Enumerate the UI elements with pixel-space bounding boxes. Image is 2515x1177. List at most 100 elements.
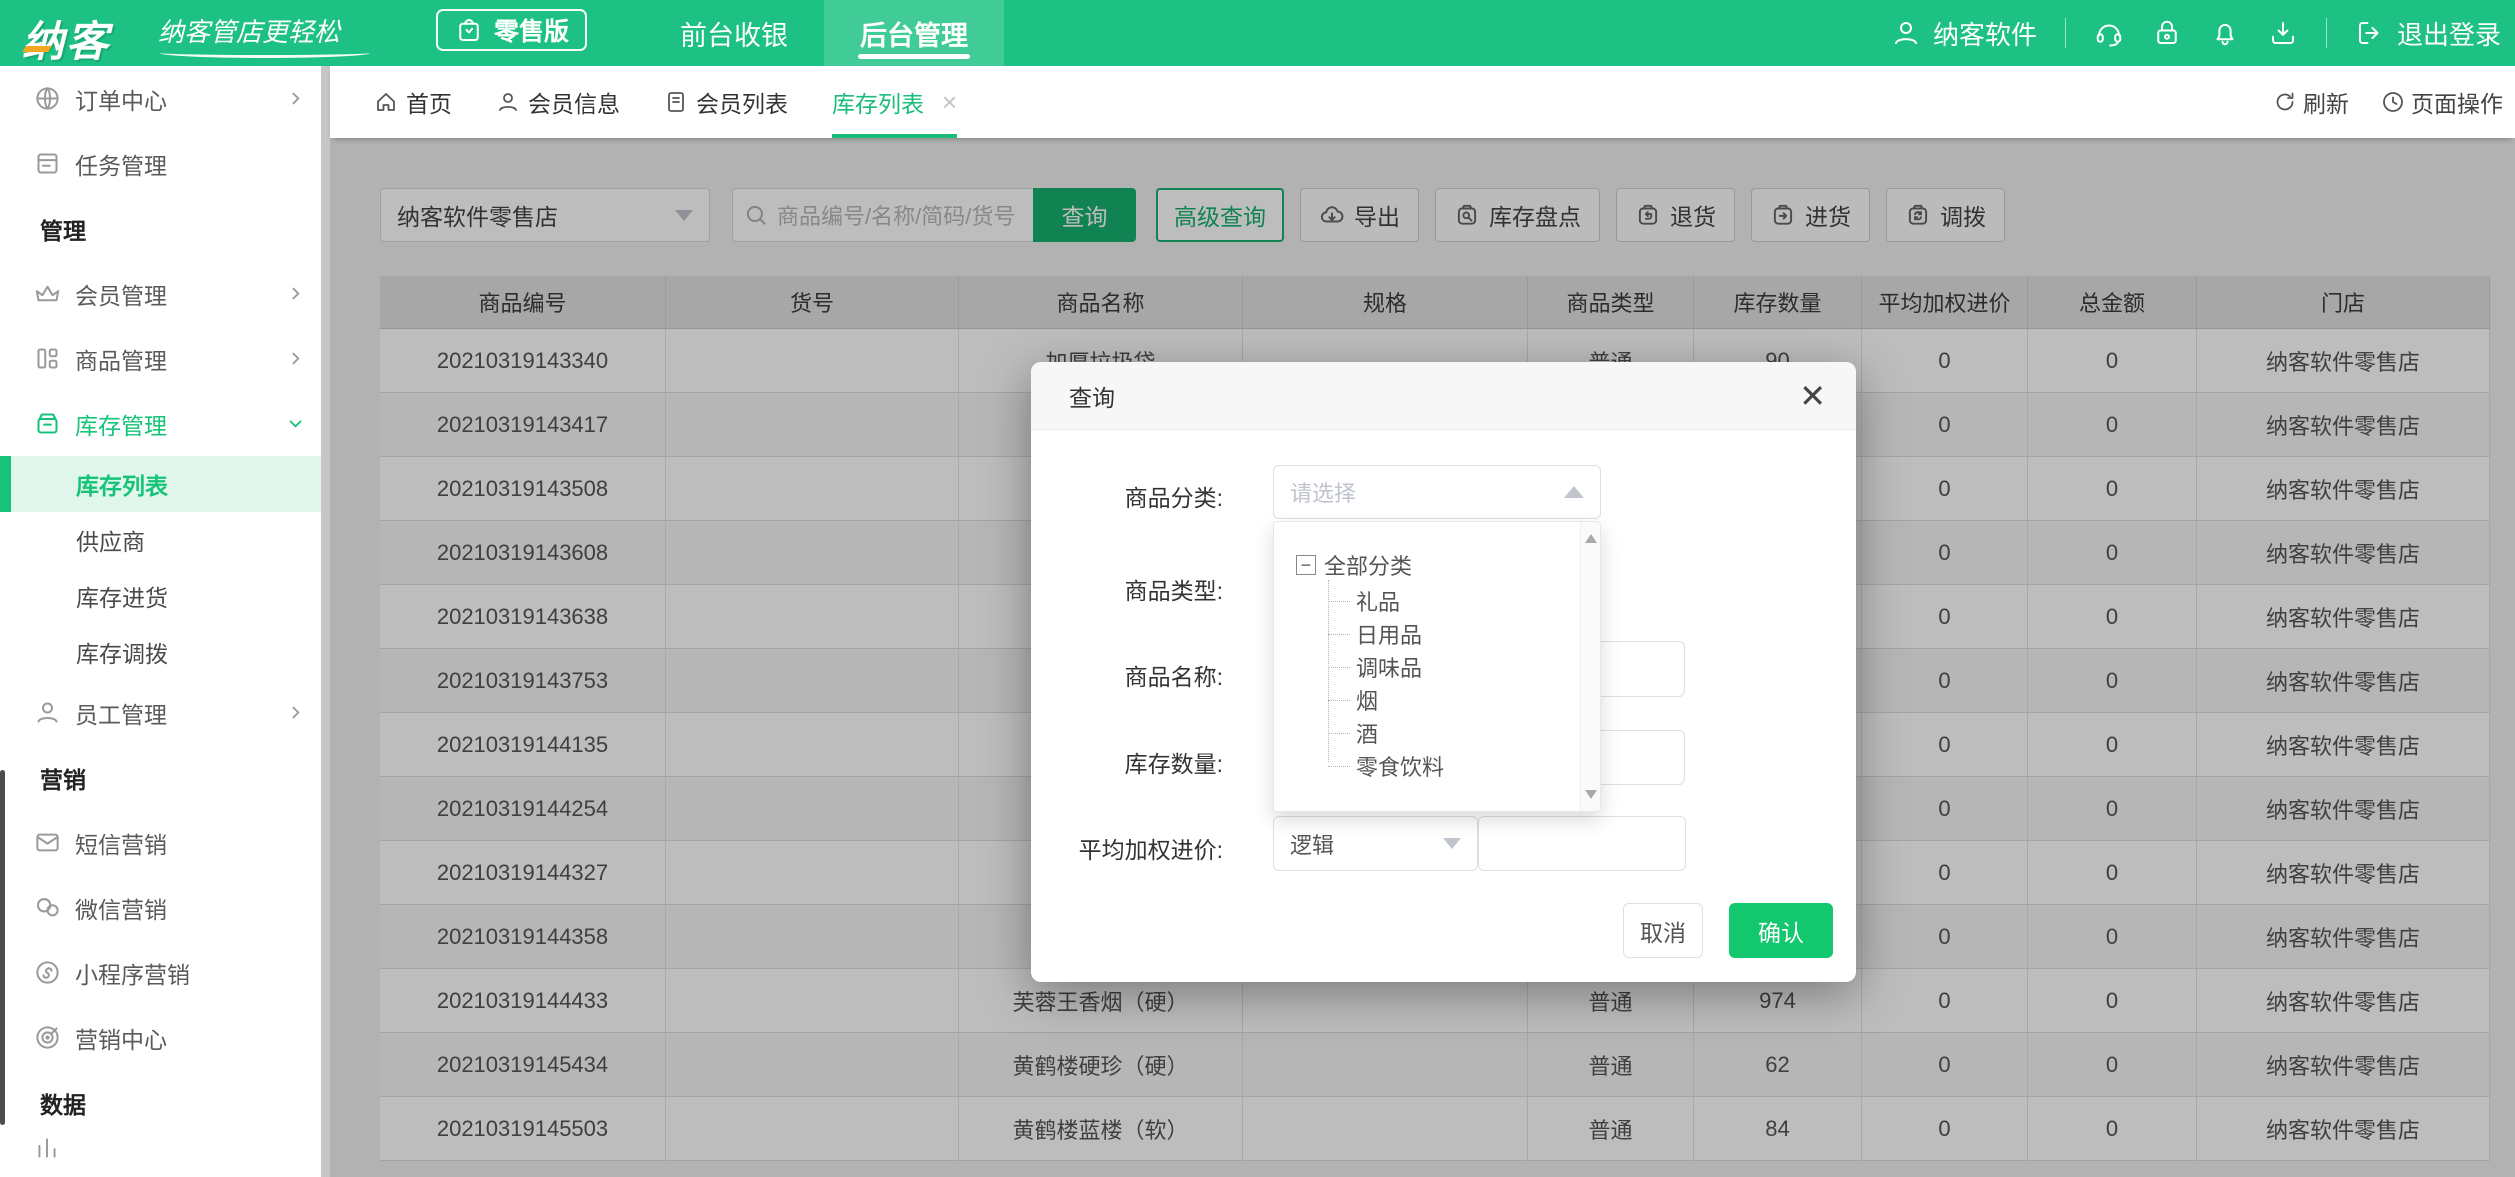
miniapp-icon — [34, 959, 61, 986]
tab-库存列表[interactable]: 库存列表× — [832, 66, 957, 138]
edition-badge: 零售版 — [436, 9, 587, 51]
tab-会员信息[interactable]: 会员信息 — [496, 66, 620, 138]
topnav-tab-后台管理[interactable]: 后台管理 — [824, 0, 1004, 66]
divider — [2326, 18, 2327, 48]
brand-logo-accent — [22, 46, 51, 52]
brand-slogan-underline — [160, 48, 370, 58]
topnav-tab-前台收银[interactable]: 前台收银 — [644, 0, 824, 66]
sidebar-subitem-库存调拨[interactable]: 库存调拨 — [0, 624, 330, 680]
sidebar-subitem-库存列表[interactable]: 库存列表 — [0, 456, 330, 512]
price-input[interactable] — [1478, 816, 1686, 871]
refresh-label: 刷新 — [2303, 85, 2349, 119]
sidebar-item-订单中心[interactable]: 订单中心 — [0, 66, 330, 131]
chevron-right-icon — [287, 90, 304, 107]
chevron-down-icon — [287, 415, 304, 432]
tab-会员列表[interactable]: 会员列表 — [664, 66, 788, 138]
chevron-down-icon — [1443, 838, 1461, 849]
doc-icon — [664, 90, 688, 114]
mail-icon — [34, 829, 61, 856]
logic-select-value: 逻辑 — [1290, 828, 1334, 860]
user-icon — [496, 90, 520, 114]
tree-children: 礼品日用品调味品烟酒零食饮料 — [1328, 584, 1600, 782]
name-label: 商品名称: — [1047, 658, 1223, 692]
tabbar-actions: 刷新 页面操作 — [2273, 85, 2503, 119]
lock-icon[interactable] — [2152, 18, 2182, 48]
refresh-button[interactable]: 刷新 — [2273, 85, 2349, 119]
sidebar-item-partial[interactable] — [0, 1135, 330, 1177]
collapse-icon[interactable]: − — [1296, 555, 1316, 575]
logout-button[interactable]: 退出登录 — [2355, 15, 2501, 52]
chart-icon — [34, 1135, 60, 1161]
cancel-button[interactable]: 取消 — [1623, 903, 1703, 958]
query-dialog: 查询 ✕ 商品分类: 请选择 商品类型: 商品名称: 库存数量: 平均加权进价:… — [1031, 362, 1856, 982]
tree-node-酒[interactable]: 酒 — [1328, 716, 1600, 749]
dialog-title: 查询 — [1069, 379, 1115, 413]
download-icon[interactable] — [2268, 18, 2298, 48]
sidebar-subitem-供应商[interactable]: 供应商 — [0, 512, 330, 568]
user-icon — [1891, 18, 1921, 48]
edition-badge-label: 零售版 — [494, 12, 569, 48]
page-operations-label: 页面操作 — [2411, 85, 2503, 119]
sidebar-section-管理: 管理 — [0, 196, 330, 261]
user-menu[interactable]: 纳客软件 — [1891, 15, 2037, 52]
sidebar-item-商品管理[interactable]: 商品管理 — [0, 326, 330, 391]
sidebar-item-库存管理[interactable]: 库存管理 — [0, 391, 330, 456]
sidebar-item-营销中心[interactable]: 营销中心 — [0, 1005, 330, 1070]
target-icon — [34, 1024, 61, 1051]
sidebar-item-任务管理[interactable]: 任务管理 — [0, 131, 330, 196]
globe-icon — [34, 85, 61, 112]
headset-icon[interactable] — [2094, 18, 2124, 48]
close-tab-icon[interactable]: × — [942, 87, 957, 118]
logic-select[interactable]: 逻辑 — [1273, 816, 1478, 871]
tree-node-礼品[interactable]: 礼品 — [1328, 584, 1600, 617]
chevron-right-icon — [287, 704, 304, 721]
user-name: 纳客软件 — [1933, 15, 2037, 52]
app-root: 纳客 纳客管店更轻松 零售版 前台收银后台管理 纳客软件 退出登录 — [0, 0, 2515, 1177]
scroll-down-icon[interactable] — [1585, 790, 1597, 799]
main-area: 首页会员信息会员列表库存列表× 刷新 页面操作 纳客软件零售店 — [330, 66, 2515, 1177]
sidebar-item-员工管理[interactable]: 员工管理 — [0, 680, 330, 745]
tree-node-零食饮料[interactable]: 零食饮料 — [1328, 749, 1600, 782]
tree-root-label: 全部分类 — [1324, 549, 1412, 581]
tab-首页[interactable]: 首页 — [374, 66, 452, 138]
logout-label: 退出登录 — [2397, 15, 2501, 52]
tabs: 首页会员信息会员列表库存列表× — [374, 66, 1001, 138]
logout-icon — [2355, 18, 2385, 48]
page-operations-button[interactable]: 页面操作 — [2381, 85, 2503, 119]
sidebar-item-微信营销[interactable]: 微信营销 — [0, 875, 330, 940]
refresh-icon — [2273, 90, 2297, 114]
person-icon — [34, 699, 61, 726]
category-tree-dropdown: − 全部分类 礼品日用品调味品烟酒零食饮料 — [1273, 521, 1601, 812]
sidebar-item-短信营销[interactable]: 短信营销 — [0, 810, 330, 875]
tree-node-日用品[interactable]: 日用品 — [1328, 617, 1600, 650]
sidebar-section-数据: 数据 — [0, 1070, 330, 1135]
tree-node-调味品[interactable]: 调味品 — [1328, 650, 1600, 683]
tree-scrollbar[interactable] — [1580, 522, 1600, 811]
dialog-header: 查询 ✕ — [1031, 362, 1856, 430]
sidebar-item-会员管理[interactable]: 会员管理 — [0, 261, 330, 326]
sidebar-scrollbar[interactable] — [321, 66, 330, 1177]
topbar-right: 纳客软件 退出登录 — [1891, 0, 2501, 66]
sidebar-item-小程序营销[interactable]: 小程序营销 — [0, 940, 330, 1005]
quantity-label: 库存数量: — [1047, 745, 1223, 779]
chevron-right-icon — [287, 350, 304, 367]
close-icon[interactable]: ✕ — [1799, 380, 1826, 412]
goods-icon — [34, 345, 61, 372]
brand-slogan: 纳客管店更轻松 — [158, 12, 340, 49]
top-nav: 前台收银后台管理 — [644, 0, 1004, 66]
scroll-up-icon[interactable] — [1585, 534, 1597, 543]
shopping-bag-icon — [454, 15, 484, 45]
chevron-right-icon — [287, 285, 304, 302]
sidebar-subitem-库存进货[interactable]: 库存进货 — [0, 568, 330, 624]
category-select[interactable]: 请选择 — [1273, 465, 1601, 519]
confirm-button[interactable]: 确认 — [1729, 903, 1833, 958]
tree-root-node[interactable]: − 全部分类 — [1296, 548, 1600, 582]
clock-icon — [2381, 90, 2405, 114]
bell-icon[interactable] — [2210, 18, 2240, 48]
home-icon — [374, 90, 398, 114]
sidebar: 订单中心任务管理管理会员管理商品管理库存管理库存列表供应商库存进货库存调拨员工管… — [0, 66, 330, 1177]
wechat-icon — [34, 894, 61, 921]
tree-node-烟[interactable]: 烟 — [1328, 683, 1600, 716]
sidebar-left-scroll-thumb[interactable] — [0, 770, 5, 1125]
price-label: 平均加权进价: — [1047, 831, 1223, 865]
